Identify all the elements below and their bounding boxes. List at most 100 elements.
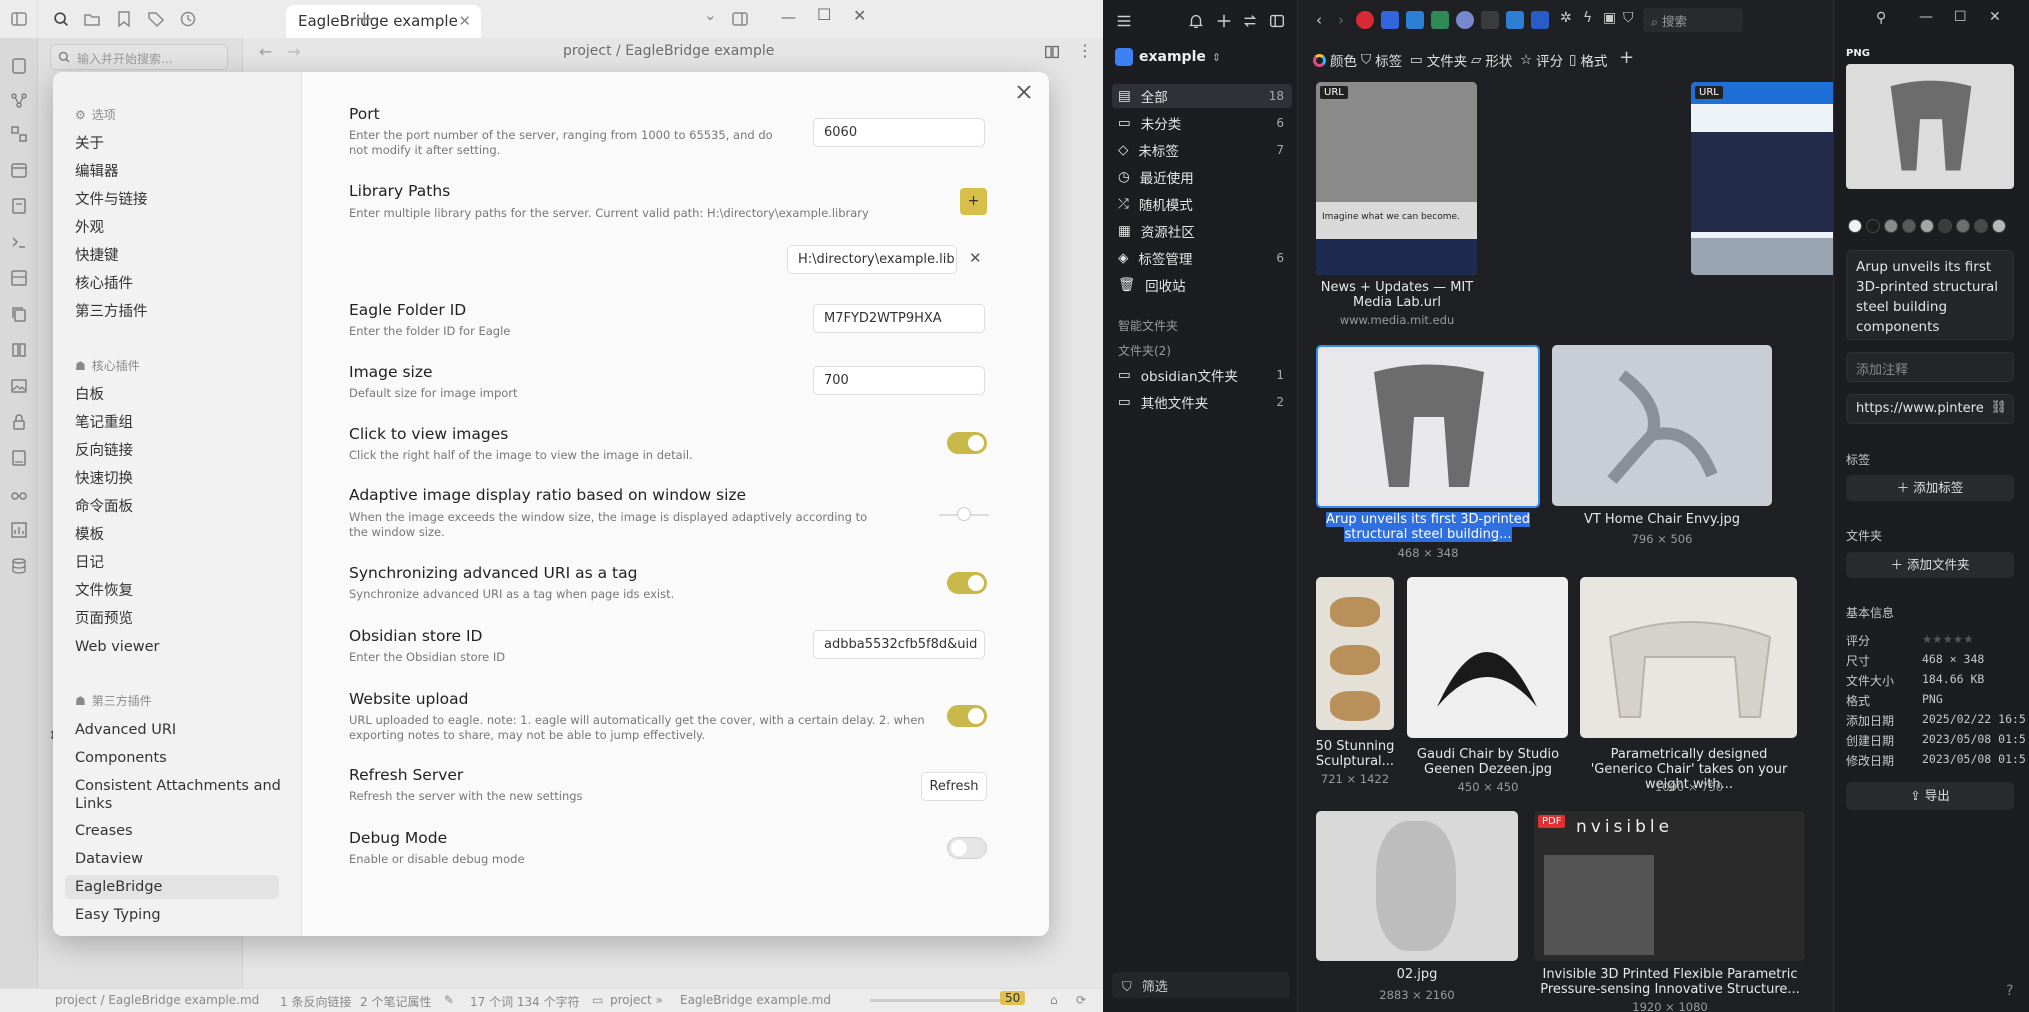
remove-path-icon[interactable]: ✕ [969,249,982,267]
nav-item-files-links[interactable]: 文件与链接 [75,191,285,209]
nav-item-file-recovery[interactable]: 文件恢复 [75,582,285,600]
nav-item-easy-typing[interactable]: Easy Typing [75,906,285,924]
chevron-down-icon[interactable]: ⌄ [704,6,717,24]
pencil-icon[interactable]: ✎ [444,993,454,1007]
item-name-selected[interactable]: Arup unveils its first 3D-printed struct… [1316,512,1540,542]
app-icon[interactable] [1531,11,1549,29]
thumb-mit[interactable]: URL Imagine what we can become. [1316,82,1477,275]
add-tag-button[interactable]: ＋ 添加标签 [1846,475,2014,501]
palette-swatch[interactable] [1974,219,1988,233]
nav-tag-manager[interactable]: ◈ 标签管理 6 [1112,246,1292,270]
app-icon[interactable] [1406,11,1424,29]
menu-icon[interactable] [1115,12,1133,30]
item-name[interactable]: 02.jpg [1312,967,1522,982]
thumb-vt-chair[interactable] [1552,345,1772,506]
thumb-invisible[interactable]: PDF nvisible [1534,811,1805,961]
thumb-gaudi[interactable] [1407,577,1568,738]
nav-recent[interactable]: ◷ 最近使用 [1112,165,1292,189]
item-name[interactable]: Gaudi Chair by Studio Geenen Dezeen.jpg [1403,747,1573,777]
folder-icon[interactable] [82,9,102,29]
rating-stars[interactable]: ★★★★★ [1922,632,1974,646]
nav-item-hotkeys[interactable]: 快捷键 [75,247,285,265]
nav-item-dataview[interactable]: Dataview [75,850,285,868]
add-filter-icon[interactable]: + [1619,47,1634,68]
palette-swatch[interactable] [1848,219,1862,233]
nav-item-creases[interactable]: Creases [75,822,285,840]
nav-item-templates[interactable]: 模板 [75,526,285,544]
palette-swatch[interactable] [1992,219,2006,233]
palette-swatch[interactable] [1884,219,1898,233]
nav-trash[interactable]: 🗑 回收站 [1112,273,1292,297]
bolt-icon[interactable]: ϟ [1583,10,1592,26]
bookmark-icon[interactable] [114,9,134,29]
thumb-02[interactable] [1316,811,1518,961]
filter-rating[interactable]: ☆ 评分 [1520,50,1563,70]
folder-obsidian[interactable]: ▭ obsidian文件夹 1 [1112,363,1292,387]
sync-icon[interactable]: ⟳ [1076,993,1086,1007]
status-folder[interactable]: project » [610,993,663,1007]
nav-community[interactable]: ▦ 资源社区 [1112,219,1292,243]
thumb-sculptural[interactable] [1316,577,1394,730]
tab-eaglebridge-example[interactable]: EagleBridge example ✕ [286,5,481,38]
nav-item-consistent-attachments[interactable]: Consistent Attachments and Links [75,777,285,813]
photo-icon[interactable] [1381,11,1399,29]
maximize-icon[interactable]: ☐ [817,5,831,24]
plus-icon[interactable] [1215,12,1233,30]
nav-item-note-composer[interactable]: 笔记重组 [75,414,285,432]
forward-arrow-icon[interactable]: › [1338,11,1344,29]
minimize-icon[interactable]: — [1919,9,1933,25]
link-icon[interactable]: ⛓ [1990,400,2007,415]
nav-random[interactable]: ⤮ 随机模式 [1112,192,1292,216]
nav-item-core-plugins[interactable]: 核心插件 [75,275,285,293]
store-id-input[interactable]: adbba5532cfb5f8d&uid [813,630,985,659]
app-icon[interactable] [1506,11,1524,29]
minimize-icon[interactable]: — [781,8,796,26]
eraser-icon[interactable] [1481,11,1499,29]
palette-swatch[interactable] [1920,219,1934,233]
title-field[interactable]: Arup unveils its first 3D-printed struct… [1846,250,2014,340]
close-window-icon[interactable]: ✕ [853,6,866,25]
library-switcher[interactable]: example ⇕ [1115,48,1221,66]
nav-all[interactable]: ▤ 全部 18 [1112,84,1292,108]
pin-icon[interactable]: ⚲ [1876,10,1886,26]
filter-folders[interactable]: ▭ 文件夹 [1410,50,1467,70]
folder-other[interactable]: ▭ 其他文件夹 2 [1112,390,1292,414]
item-name[interactable]: News + Updates — MIT Media Lab.url [1312,280,1482,310]
item-name[interactable]: Invisible 3D Printed Flexible Parametric… [1532,967,1808,997]
nav-untagged[interactable]: ◇ 未标签 7 [1112,138,1292,162]
slider-knob[interactable] [957,507,971,521]
lock-icon[interactable]: ⌂ [1050,993,1058,1007]
folders-heading[interactable]: 文件夹(2) [1118,342,1171,359]
sync-icon[interactable] [1241,12,1259,30]
nav-item-page-preview[interactable]: 页面预览 [75,610,285,628]
status-properties[interactable]: 2 个笔记属性 [360,993,431,1010]
folder-id-input[interactable]: M7FYD2WTP9HXA [813,304,985,333]
nav-item-quick-switcher[interactable]: 快速切换 [75,470,285,488]
palette-swatch[interactable] [1866,219,1880,233]
zoom-slider[interactable] [870,999,1000,1002]
palette-swatch[interactable] [1938,219,1952,233]
nav-item-advanced-uri[interactable]: Advanced URI [75,721,285,739]
debug-toggle[interactable] [947,837,987,859]
close-tab-icon[interactable]: ✕ [458,12,471,30]
nav-item-components[interactable]: Components [75,749,285,767]
refresh-button[interactable]: Refresh [921,772,987,801]
plugin-icon[interactable]: ✲ [1560,10,1572,26]
sync-uri-toggle[interactable] [947,572,987,594]
thumb-arup-selected[interactable] [1316,345,1540,508]
filter-format[interactable]: ▯ 格式 [1569,50,1607,70]
right-sidebar-toggle-icon[interactable] [730,9,750,29]
history-icon[interactable] [178,9,198,29]
add-folder-button[interactable]: ＋ 添加文件夹 [1846,552,2014,578]
search-icon[interactable] [52,9,70,29]
panel-toggle-icon[interactable] [1268,12,1286,30]
close-icon[interactable] [1012,80,1036,104]
nav-item-community-plugins[interactable]: 第三方插件 [75,303,285,321]
palette-swatch[interactable] [1902,219,1916,233]
export-button[interactable]: ⇪ 导出 [1846,782,2014,810]
item-name[interactable]: VT Home Chair Envy.jpg [1548,512,1776,527]
status-backlinks[interactable]: 1 条反向链接 [280,993,351,1010]
image-size-input[interactable]: 700 [813,366,985,395]
nav-item-appearance[interactable]: 外观 [75,219,285,237]
bell-icon[interactable] [1187,12,1205,30]
